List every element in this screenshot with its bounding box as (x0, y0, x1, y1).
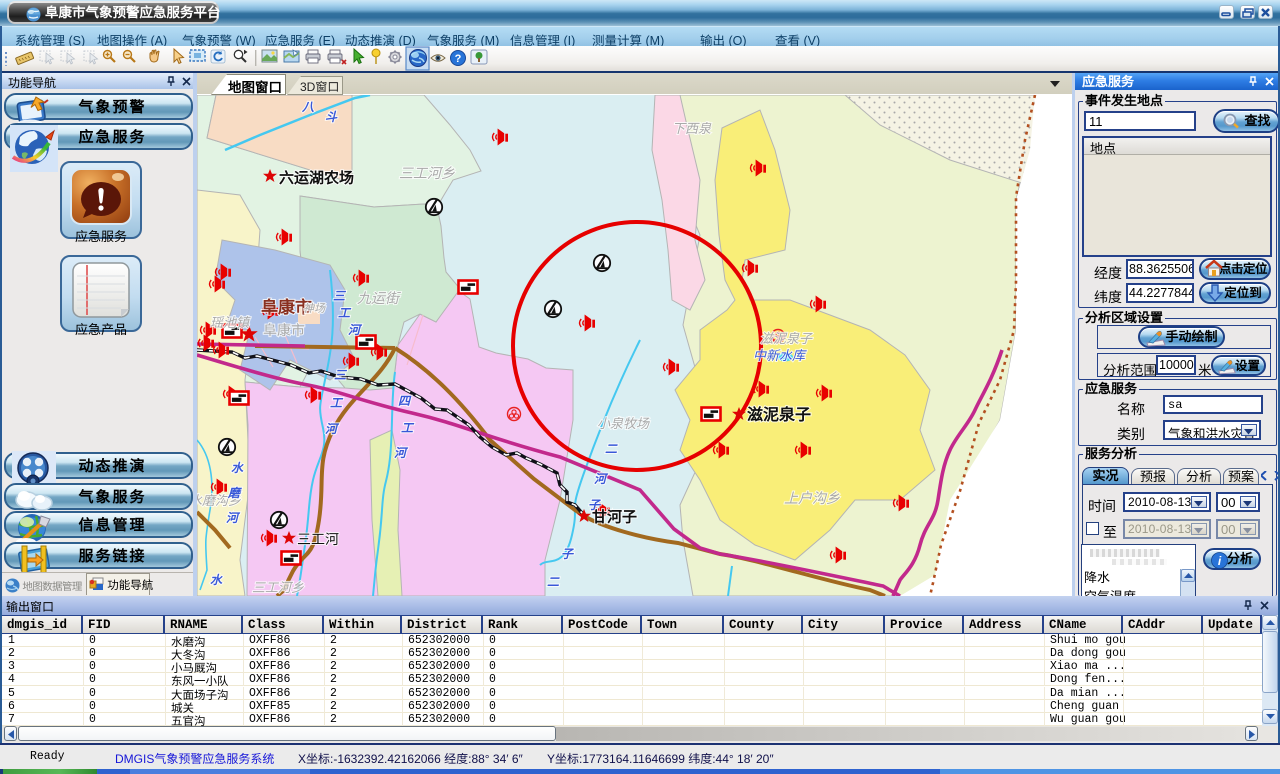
svg-text:斗: 斗 (325, 110, 338, 124)
svg-text:三: 三 (333, 289, 347, 303)
svg-text:下西泉: 下西泉 (672, 121, 712, 136)
svg-text:神场: 神场 (303, 302, 326, 315)
svg-text:四: 四 (398, 394, 412, 408)
svg-text:子: 子 (588, 498, 602, 512)
svg-text:工: 工 (401, 421, 415, 435)
svg-text:水: 水 (231, 461, 244, 475)
svg-text:六运湖农场: 六运湖农场 (279, 170, 354, 187)
svg-text:上户沟乡: 上户沟乡 (784, 490, 840, 506)
svg-text:二: 二 (605, 442, 618, 456)
svg-text:工: 工 (330, 396, 344, 410)
svg-text:工: 工 (338, 306, 352, 320)
svg-text:磨: 磨 (227, 486, 242, 500)
svg-text:阜康市: 阜康市 (263, 322, 305, 338)
svg-text:滋泥泉子: 滋泥泉子 (747, 406, 811, 424)
svg-text:二: 二 (547, 575, 560, 589)
svg-text:瑶池镇: 瑶池镇 (210, 315, 251, 330)
svg-text:子: 子 (561, 547, 575, 561)
svg-text:三工河: 三工河 (297, 531, 339, 547)
svg-text:?: ? (455, 53, 462, 65)
svg-text:中新水库: 中新水库 (753, 348, 807, 363)
svg-text:小泉牧场: 小泉牧场 (597, 416, 650, 431)
svg-text:水: 水 (210, 573, 223, 587)
svg-text:三工河乡: 三工河乡 (252, 580, 304, 595)
svg-text:滋泥泉子: 滋泥泉子 (760, 331, 813, 346)
svg-text:三工河乡: 三工河乡 (399, 165, 455, 181)
svg-text:三: 三 (334, 368, 348, 382)
svg-text:八: 八 (301, 100, 315, 114)
svg-text:九运街: 九运街 (357, 290, 401, 306)
